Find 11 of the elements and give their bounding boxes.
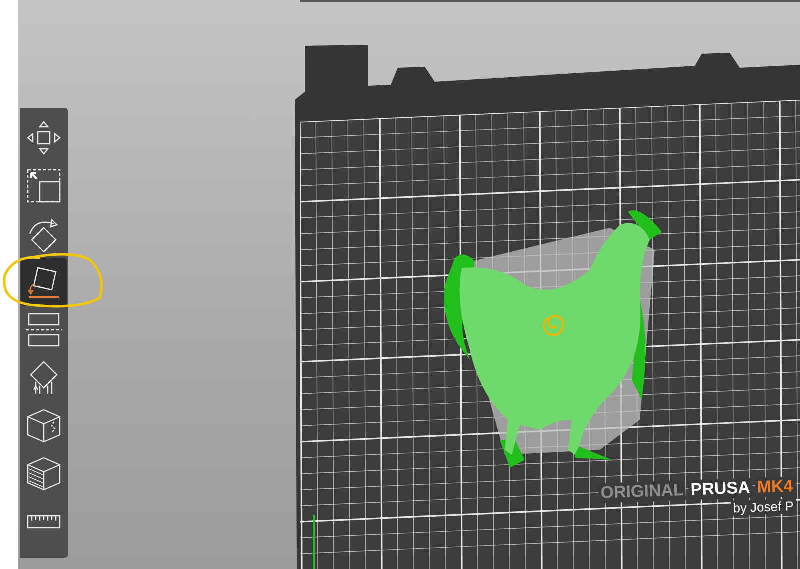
highlight-circle-drawing	[543, 315, 564, 336]
tool-button[interactable]	[21, 258, 67, 306]
textured-cube-icon	[26, 456, 62, 492]
ruler-icon	[26, 514, 62, 530]
cut-icon	[26, 312, 62, 348]
bed-logo-text: PRUSA	[688, 478, 754, 500]
bed-logo-text: MK4	[755, 476, 796, 498]
scale-icon	[26, 168, 62, 204]
bed-logo-byline: by Josef P	[731, 498, 797, 516]
cube-icon	[26, 408, 62, 444]
move-arrows-icon	[26, 120, 62, 156]
